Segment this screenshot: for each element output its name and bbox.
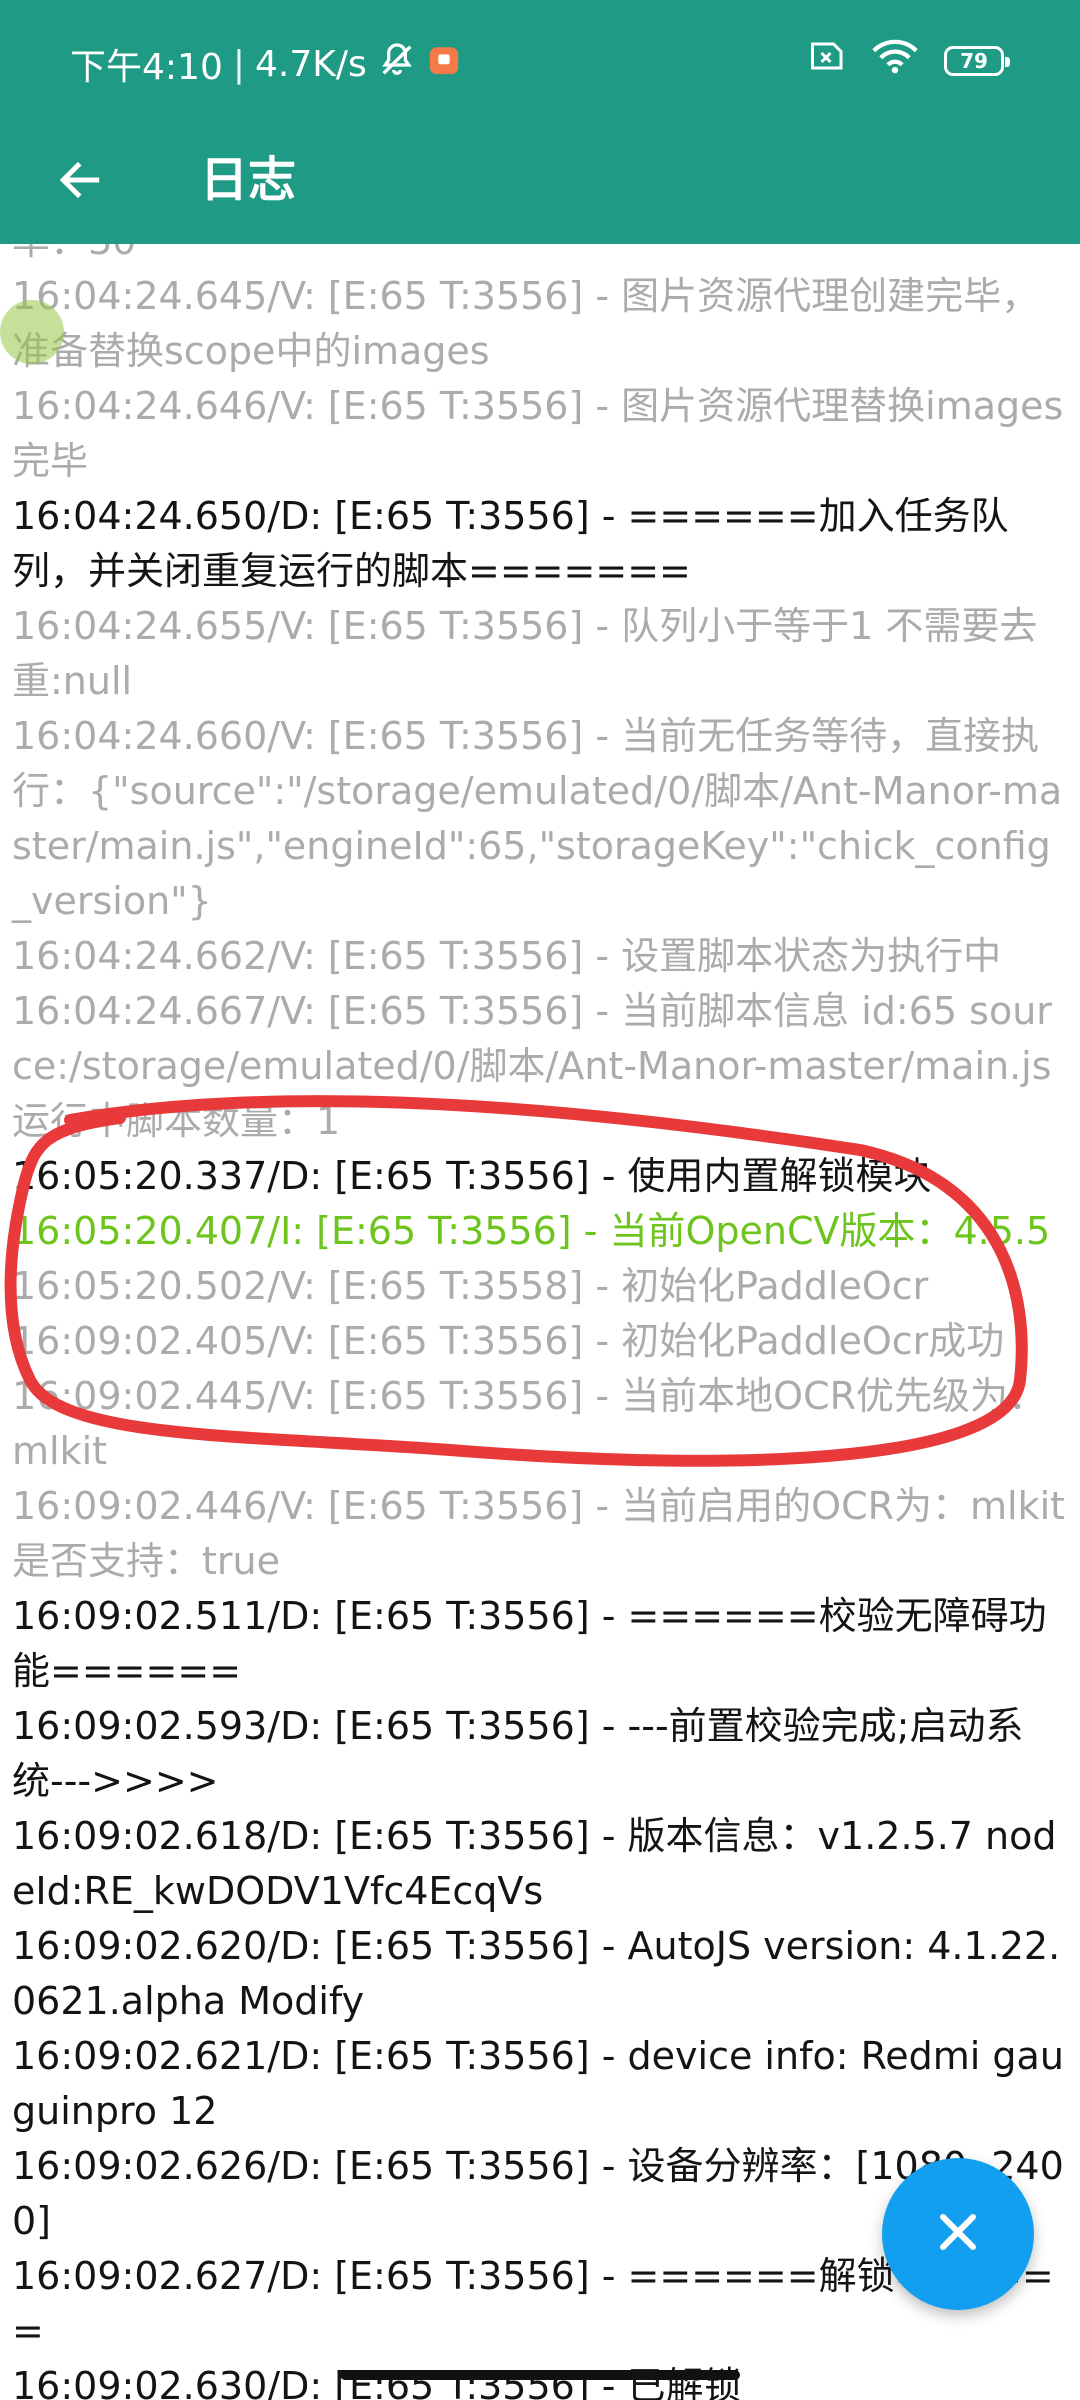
log-line: 16:09:02.511/D: [E:65 T:3556] - ======校验… bbox=[12, 1594, 1047, 1693]
log-line: 16:04:24.655/V: [E:65 T:3556] - 队列小于等于1 … bbox=[12, 604, 1038, 703]
status-time: 下午4:10 bbox=[70, 47, 223, 88]
log-line: 16:09:02.405/V: [E:65 T:3556] - 初始化Paddl… bbox=[12, 1319, 1005, 1363]
log-line: 16:04:24.650/D: [E:65 T:3556] - ======加入… bbox=[12, 494, 1009, 593]
log-line: 16:04:24.646/V: [E:65 T:3556] - 图片资源代理替换… bbox=[12, 384, 1064, 483]
log-line: 16:09:02.593/D: [E:65 T:3556] - ---前置校验完… bbox=[12, 1704, 1024, 1803]
log-line: 16:09:02.618/D: [E:65 T:3556] - 版本信息：v1.… bbox=[12, 1814, 1057, 1913]
log-line: 16:05:20.337/D: [E:65 T:3556] - 使用内置解锁模块 bbox=[12, 1154, 932, 1198]
log-content: 率：30 16:04:24.645/V: [E:65 T:3556] - 图片资源… bbox=[0, 244, 1080, 2400]
battery-icon: 79 bbox=[944, 45, 1010, 76]
wifi-icon bbox=[872, 38, 918, 83]
log-line: 16:05:20.502/V: [E:65 T:3558] - 初始化Paddl… bbox=[12, 1264, 929, 1308]
status-separator: | bbox=[232, 43, 245, 85]
page-title: 日志 bbox=[200, 152, 297, 208]
close-fab-button[interactable] bbox=[882, 2158, 1034, 2310]
toolbar: 日志 bbox=[0, 118, 1080, 244]
log-line: 16:04:24.667/V: [E:65 T:3556] - 当前脚本信息 i… bbox=[12, 989, 1052, 1143]
log-line: 16:04:24.660/V: [E:65 T:3556] - 当前无任务等待，… bbox=[12, 714, 1063, 923]
app-notification-icon bbox=[427, 43, 461, 86]
close-icon bbox=[928, 2202, 988, 2266]
log-line: 率：30 bbox=[0, 244, 1080, 269]
log-line: 16:09:02.621/D: [E:65 T:3556] - device i… bbox=[12, 2034, 1064, 2133]
home-indicator[interactable] bbox=[340, 2370, 740, 2380]
sim-x-icon bbox=[806, 38, 846, 83]
log-line: 16:09:02.445/V: [E:65 T:3556] - 当前本地OCR优… bbox=[12, 1374, 1047, 1473]
network-speed: 4.7K/s bbox=[254, 43, 367, 85]
log-line: 16:04:24.662/V: [E:65 T:3556] - 设置脚本状态为执… bbox=[12, 934, 1002, 978]
log-line: 16:09:02.620/D: [E:65 T:3556] - AutoJS v… bbox=[12, 1924, 1061, 2023]
log-line: 16:09:02.446/V: [E:65 T:3556] - 当前启用的OCR… bbox=[12, 1484, 1066, 1583]
arrow-left-icon[interactable] bbox=[48, 148, 112, 212]
mute-bell-icon bbox=[377, 40, 417, 89]
log-list[interactable]: 率：30 16:04:24.645/V: [E:65 T:3556] - 图片资源… bbox=[0, 244, 1080, 2400]
status-bar: 下午4:10 | 4.7K/s 79 bbox=[0, 0, 1080, 118]
log-line: 16:04:24.645/V: [E:65 T:3556] - 图片资源代理创建… bbox=[12, 274, 1040, 373]
log-line: 16:05:20.407/I: [E:65 T:3556] - 当前OpenCV… bbox=[12, 1209, 1051, 1253]
floating-overlay-dot[interactable] bbox=[0, 300, 64, 364]
app-bar: 下午4:10 | 4.7K/s 79 日志 bbox=[0, 0, 1080, 244]
battery-level: 79 bbox=[960, 48, 988, 73]
